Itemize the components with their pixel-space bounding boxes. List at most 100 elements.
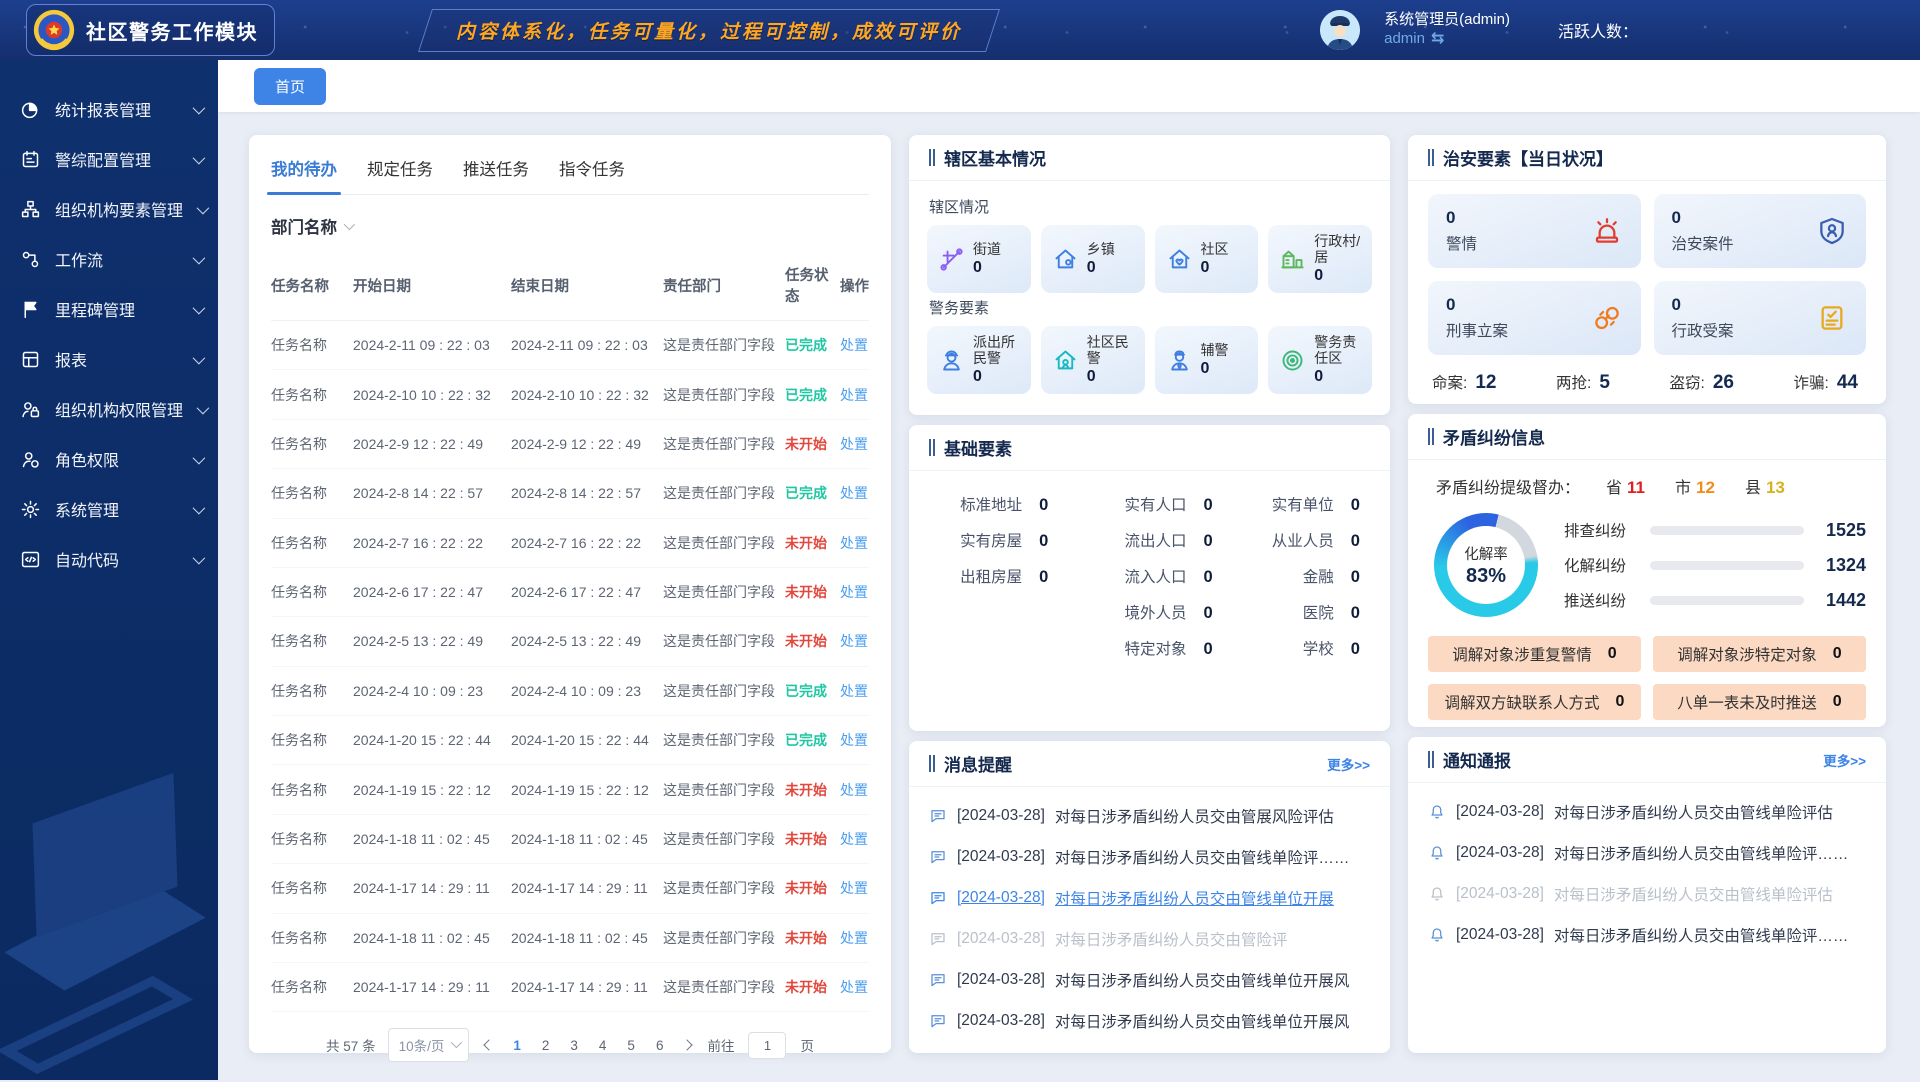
bar-track bbox=[1650, 561, 1804, 570]
handle-task-link[interactable]: 处置 bbox=[840, 930, 868, 946]
list-item[interactable]: [2024-03-28] 对每日涉矛盾纠纷人员交由管线单险评…… bbox=[929, 836, 1370, 877]
sidebar-item[interactable]: 自动代码 bbox=[0, 534, 218, 584]
list-item[interactable]: [2024-03-28] 对每日涉矛盾纠纷人员交由管线单险评估 bbox=[1428, 873, 1866, 914]
handle-task-link[interactable]: 处置 bbox=[840, 880, 868, 896]
list-item[interactable]: [2024-03-28] 对每日涉矛盾纠纷人员交由管险评 bbox=[929, 918, 1370, 959]
page-number[interactable]: 6 bbox=[656, 1038, 664, 1053]
dispute-warning-button[interactable]: 调解对象涉重复警情 0 bbox=[1428, 636, 1641, 672]
sidebar-item[interactable]: 系统管理 bbox=[0, 484, 218, 534]
handle-task-link[interactable]: 处置 bbox=[840, 535, 868, 551]
switch-user-icon[interactable]: ⇆ bbox=[1431, 29, 1444, 49]
security-stat-card[interactable]: 0 行政受案 bbox=[1654, 281, 1867, 355]
list-item[interactable]: [2024-03-28] 对每日涉矛盾纠纷人员交由管线单位开展风 bbox=[929, 1000, 1370, 1041]
tab-home[interactable]: 首页 bbox=[254, 68, 326, 105]
cell-action: 处置 bbox=[840, 913, 869, 962]
cell-end-date: 2024-2-6 17 : 22 : 47 bbox=[511, 567, 663, 616]
handle-task-link[interactable]: 处置 bbox=[840, 732, 868, 748]
security-stat-card[interactable]: 0 治安案件 bbox=[1654, 194, 1867, 268]
page-number[interactable]: 4 bbox=[599, 1038, 607, 1053]
handle-task-link[interactable]: 处置 bbox=[840, 633, 868, 649]
department-filter[interactable]: 部门名称 bbox=[271, 214, 869, 238]
crime-stat: 盗窃: 26 bbox=[1670, 371, 1734, 394]
todo-tab[interactable]: 规定任务 bbox=[367, 156, 433, 194]
list-item[interactable]: [2024-03-28] 对每日涉矛盾纠纷人员交由管线单险评估 bbox=[1428, 791, 1866, 832]
chevron-down-icon bbox=[193, 151, 206, 164]
sidebar-item[interactable]: 工作流 bbox=[0, 234, 218, 284]
district-stat-card[interactable]: 街道 0 bbox=[927, 225, 1031, 293]
table-row: 任务名称 2024-2-5 13 : 22 : 49 2024-2-5 13 :… bbox=[271, 617, 869, 666]
table-row: 任务名称 2024-1-17 14 : 29 : 11 2024-1-17 14… bbox=[271, 864, 869, 913]
chevron-down-icon bbox=[193, 251, 206, 264]
notices-more-link[interactable]: 更多>> bbox=[1823, 750, 1866, 770]
sidebar-item[interactable]: 组织机构要素管理 bbox=[0, 184, 218, 234]
goto-page-input[interactable] bbox=[748, 1032, 786, 1059]
list-item[interactable]: [2024-03-28] 对每日涉矛盾纠纷人员交由管展风险评估 bbox=[929, 795, 1370, 836]
sidebar-item[interactable]: 角色权限 bbox=[0, 434, 218, 484]
list-item[interactable]: [2024-03-28] 对每日涉矛盾纠纷人员交由管线单险评…… bbox=[1428, 832, 1866, 873]
handle-task-link[interactable]: 处置 bbox=[840, 782, 868, 798]
handle-task-link[interactable]: 处置 bbox=[840, 979, 868, 995]
sidebar-item[interactable]: 里程碑管理 bbox=[0, 284, 218, 334]
page-number[interactable]: 1 bbox=[513, 1038, 521, 1053]
next-page-icon[interactable] bbox=[682, 1040, 693, 1051]
handle-task-link[interactable]: 处置 bbox=[840, 485, 868, 501]
item-date: [2024-03-28] bbox=[957, 889, 1045, 907]
handle-task-link[interactable]: 处置 bbox=[840, 337, 868, 353]
chevron-down-icon bbox=[193, 501, 206, 514]
col-start-date: 开始日期 bbox=[353, 252, 511, 321]
dispute-warning-button[interactable]: 调解双方缺联系人方式 0 bbox=[1428, 684, 1641, 720]
auxiliary-police-icon bbox=[1166, 347, 1193, 374]
handle-task-link[interactable]: 处置 bbox=[840, 584, 868, 600]
list-item[interactable]: [2024-03-28] 对每日涉矛盾纠纷人员交由管线单位开展 bbox=[929, 877, 1370, 918]
district-stat-card[interactable]: 社区 0 bbox=[1155, 225, 1259, 293]
sidebar: 统计报表管理 警综配置管理 组织机构要素管理 工作流 里程碑管理 报表 组织机构… bbox=[0, 60, 218, 1080]
security-stat-card[interactable]: 0 刑事立案 bbox=[1428, 281, 1641, 355]
district-stat-card[interactable]: 行政村/居 0 bbox=[1268, 225, 1372, 293]
handle-task-link[interactable]: 处置 bbox=[840, 683, 868, 699]
list-item[interactable]: [2024-03-28] 对每日涉矛盾纠纷人员交由管线单险评…… bbox=[1428, 914, 1866, 955]
district-stat-card[interactable]: 警务责任区 0 bbox=[1268, 326, 1372, 394]
list-item[interactable]: [2024-03-28] 对每日涉矛盾纠纷人员交由管线单位开展风 bbox=[929, 959, 1370, 1000]
handle-task-link[interactable]: 处置 bbox=[840, 831, 868, 847]
dispute-warning-button[interactable]: 八单一表未及时推送 0 bbox=[1653, 684, 1866, 720]
sidebar-item[interactable]: 组织机构权限管理 bbox=[0, 384, 218, 434]
supervision-level: 县 13 bbox=[1745, 474, 1785, 498]
handle-task-link[interactable]: 处置 bbox=[840, 387, 868, 403]
todo-tab[interactable]: 推送任务 bbox=[463, 156, 529, 194]
crime-stat: 两抢: 5 bbox=[1556, 371, 1610, 394]
cell-status: 已完成 bbox=[785, 370, 840, 419]
todo-tab[interactable]: 指令任务 bbox=[559, 156, 625, 194]
district-stat-card[interactable]: 乡镇 0 bbox=[1041, 225, 1145, 293]
handle-task-link[interactable]: 处置 bbox=[840, 436, 868, 452]
prev-page-icon[interactable] bbox=[484, 1040, 495, 1051]
dispute-bar-row: 化解纠纷 1324 bbox=[1564, 554, 1866, 576]
todo-tab[interactable]: 我的待办 bbox=[271, 156, 337, 194]
cell-status: 未开始 bbox=[785, 962, 840, 1011]
district-stat-card[interactable]: 派出所民警 0 bbox=[927, 326, 1031, 394]
comment-icon bbox=[929, 971, 947, 989]
page-number[interactable]: 3 bbox=[570, 1038, 578, 1053]
dispute-warning-button[interactable]: 调解对象涉特定对象 0 bbox=[1653, 636, 1866, 672]
messages-more-link[interactable]: 更多>> bbox=[1327, 754, 1370, 774]
user-avatar[interactable] bbox=[1320, 10, 1360, 50]
warning-label: 调解双方缺联系人方式 bbox=[1445, 691, 1600, 713]
cell-task-name: 任务名称 bbox=[271, 765, 353, 814]
district-stat-card[interactable]: 社区民警 0 bbox=[1041, 326, 1145, 394]
cell-action: 处置 bbox=[840, 716, 869, 765]
cell-start-date: 2024-1-20 15 : 22 : 44 bbox=[353, 716, 511, 765]
comment-icon bbox=[929, 807, 947, 825]
title-accent bbox=[929, 149, 935, 166]
sidebar-item[interactable]: 统计报表管理 bbox=[0, 84, 218, 134]
sidebar-item[interactable]: 警综配置管理 bbox=[0, 134, 218, 184]
cell-action: 处置 bbox=[840, 419, 869, 468]
page-size-select[interactable]: 10条/页 bbox=[388, 1028, 470, 1062]
username[interactable]: admin bbox=[1384, 30, 1425, 49]
comment-icon bbox=[929, 1012, 947, 1030]
page-number[interactable]: 5 bbox=[627, 1038, 635, 1053]
page-number[interactable]: 2 bbox=[542, 1038, 550, 1053]
bell-icon bbox=[1428, 803, 1446, 821]
sidebar-item[interactable]: 报表 bbox=[0, 334, 218, 384]
security-stat-card[interactable]: 0 警情 bbox=[1428, 194, 1641, 268]
target-icon bbox=[1279, 347, 1306, 374]
district-stat-card[interactable]: 辅警 0 bbox=[1155, 326, 1259, 394]
